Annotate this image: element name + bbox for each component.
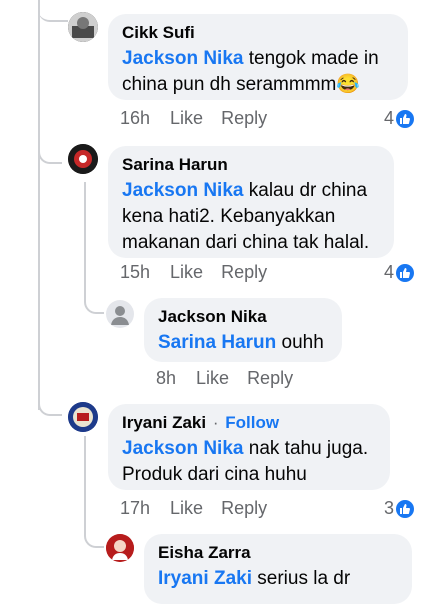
comment-author[interactable]: Jackson Nika	[158, 306, 328, 328]
comment-text: Jackson Nika nak tahu juga. Produk dari …	[122, 436, 376, 488]
separator-dot: ·	[212, 413, 219, 432]
thread-connector	[84, 292, 104, 314]
comment-body: ouhh	[281, 332, 324, 353]
reply-bubble: Eisha Zarra Iryani Zaki serius la dr	[144, 534, 412, 604]
thread-line-reply	[84, 436, 86, 536]
like-thumb-icon	[396, 109, 415, 128]
reply-button[interactable]: Reply	[247, 368, 293, 389]
avatar[interactable]	[68, 144, 98, 174]
comment-author[interactable]: Eisha Zarra	[158, 542, 398, 564]
comment-author[interactable]: Iryani Zaki	[122, 413, 206, 432]
like-thumb-icon	[396, 263, 415, 282]
thread-connector	[84, 526, 104, 548]
like-thumb-icon	[396, 499, 415, 518]
follow-button[interactable]: Follow	[225, 413, 279, 432]
comment-bubble: Iryani Zaki · Follow Jackson Nika nak ta…	[108, 404, 390, 490]
comment-bubble: Sarina Harun Jackson Nika kalau dr china…	[108, 146, 394, 258]
default-avatar-icon[interactable]	[106, 300, 134, 328]
comment-timestamp[interactable]: 16h	[120, 108, 150, 129]
comment-timestamp[interactable]: 17h	[120, 498, 150, 519]
reaction-count[interactable]: 4	[384, 108, 415, 129]
comment-author[interactable]: Sarina Harun	[122, 154, 380, 176]
reaction-number: 3	[384, 498, 395, 518]
reaction-number: 4	[384, 262, 395, 282]
comment-author[interactable]: Cikk Sufi	[122, 22, 394, 44]
mention-link[interactable]: Iryani Zaki	[158, 568, 252, 589]
comment-actions: 15h Like Reply	[120, 262, 285, 283]
avatar[interactable]	[68, 12, 98, 42]
like-button[interactable]: Like	[170, 108, 203, 129]
comment-author-row: Iryani Zaki · Follow	[122, 412, 376, 434]
comment-timestamp[interactable]: 15h	[120, 262, 150, 283]
comment-text: Sarina Harun ouhh	[158, 330, 328, 356]
thread-connector	[38, 0, 68, 22]
comment-body: serius la dr	[257, 568, 351, 589]
thread-line-left	[38, 0, 40, 410]
comment-text: Jackson Nika tengok made in china pun dh…	[122, 46, 394, 98]
avatar[interactable]	[106, 534, 134, 562]
reply-button[interactable]: Reply	[221, 262, 267, 283]
thread-connector	[38, 392, 62, 416]
reaction-number: 4	[384, 108, 395, 128]
mention-link[interactable]: Sarina Harun	[158, 332, 276, 353]
thread-line-reply	[84, 182, 86, 302]
comment-text: Iryani Zaki serius la dr	[158, 566, 398, 592]
mention-link[interactable]: Jackson Nika	[122, 48, 243, 69]
comment-actions: 16h Like Reply	[120, 108, 285, 129]
thread-connector	[38, 140, 62, 164]
like-button[interactable]: Like	[196, 368, 229, 389]
reaction-count[interactable]: 3	[384, 498, 415, 519]
mention-link[interactable]: Jackson Nika	[122, 438, 243, 459]
reply-button[interactable]: Reply	[221, 498, 267, 519]
reply-button[interactable]: Reply	[221, 108, 267, 129]
comment-text: Jackson Nika kalau dr china kena hati2. …	[122, 178, 380, 256]
like-button[interactable]: Like	[170, 262, 203, 283]
reaction-count[interactable]: 4	[384, 262, 415, 283]
mention-link[interactable]: Jackson Nika	[122, 180, 243, 201]
comment-timestamp[interactable]: 8h	[156, 368, 176, 389]
avatar[interactable]	[68, 402, 98, 432]
like-button[interactable]: Like	[170, 498, 203, 519]
reply-bubble: Jackson Nika Sarina Harun ouhh	[144, 298, 342, 362]
comment-actions: 8h Like Reply	[156, 368, 311, 389]
comment-actions: 17h Like Reply	[120, 498, 285, 519]
comment-bubble: Cikk Sufi Jackson Nika tengok made in ch…	[108, 14, 408, 100]
